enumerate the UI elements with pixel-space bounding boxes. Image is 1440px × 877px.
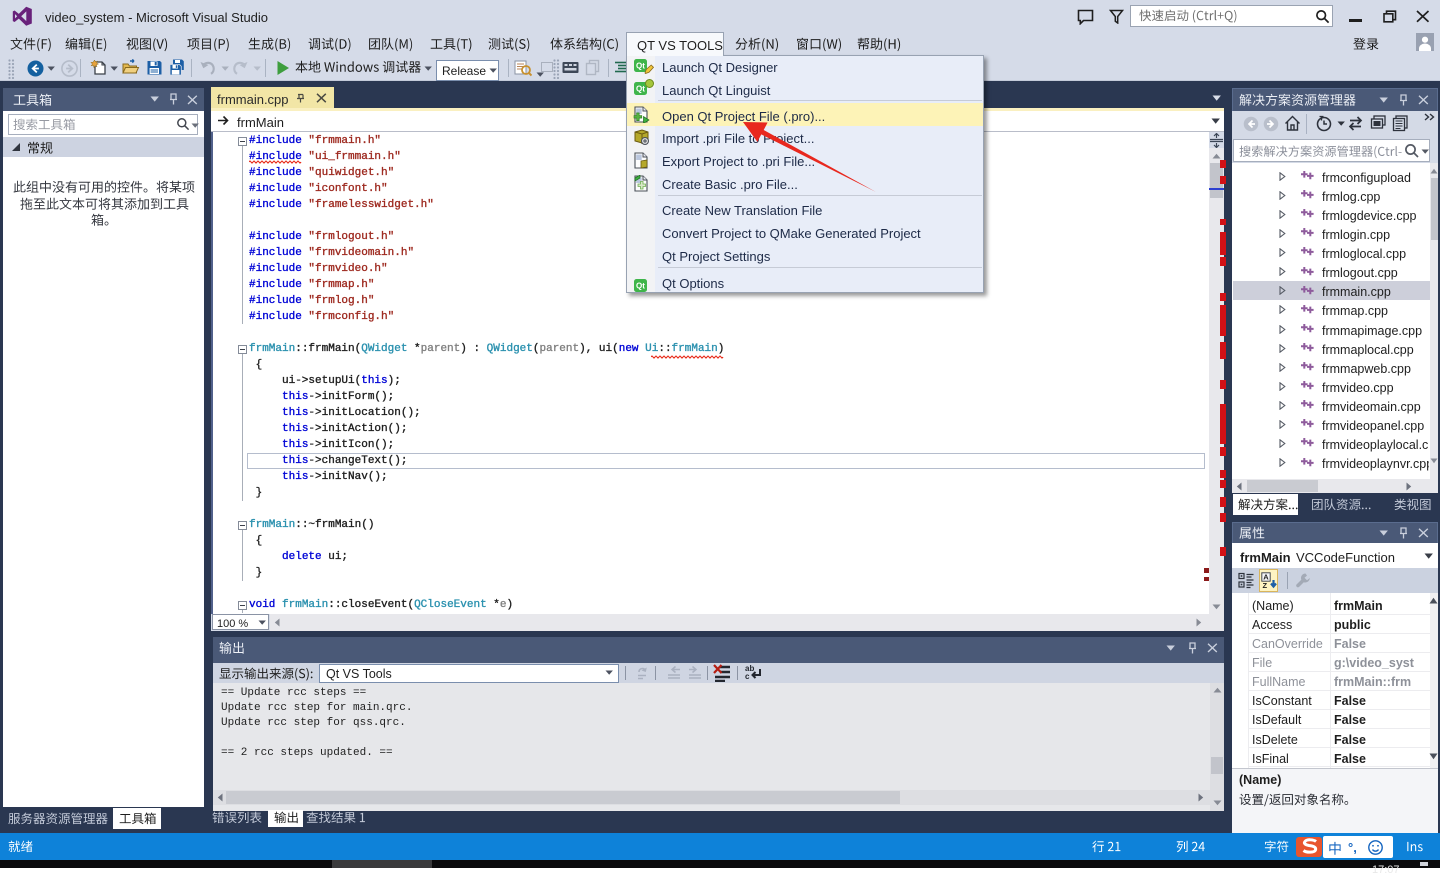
svg-text:c: c [745,672,750,681]
svg-text:Qt: Qt [636,282,645,291]
svg-text:Z: Z [1263,581,1268,589]
svg-text:Qt: Qt [636,85,645,94]
